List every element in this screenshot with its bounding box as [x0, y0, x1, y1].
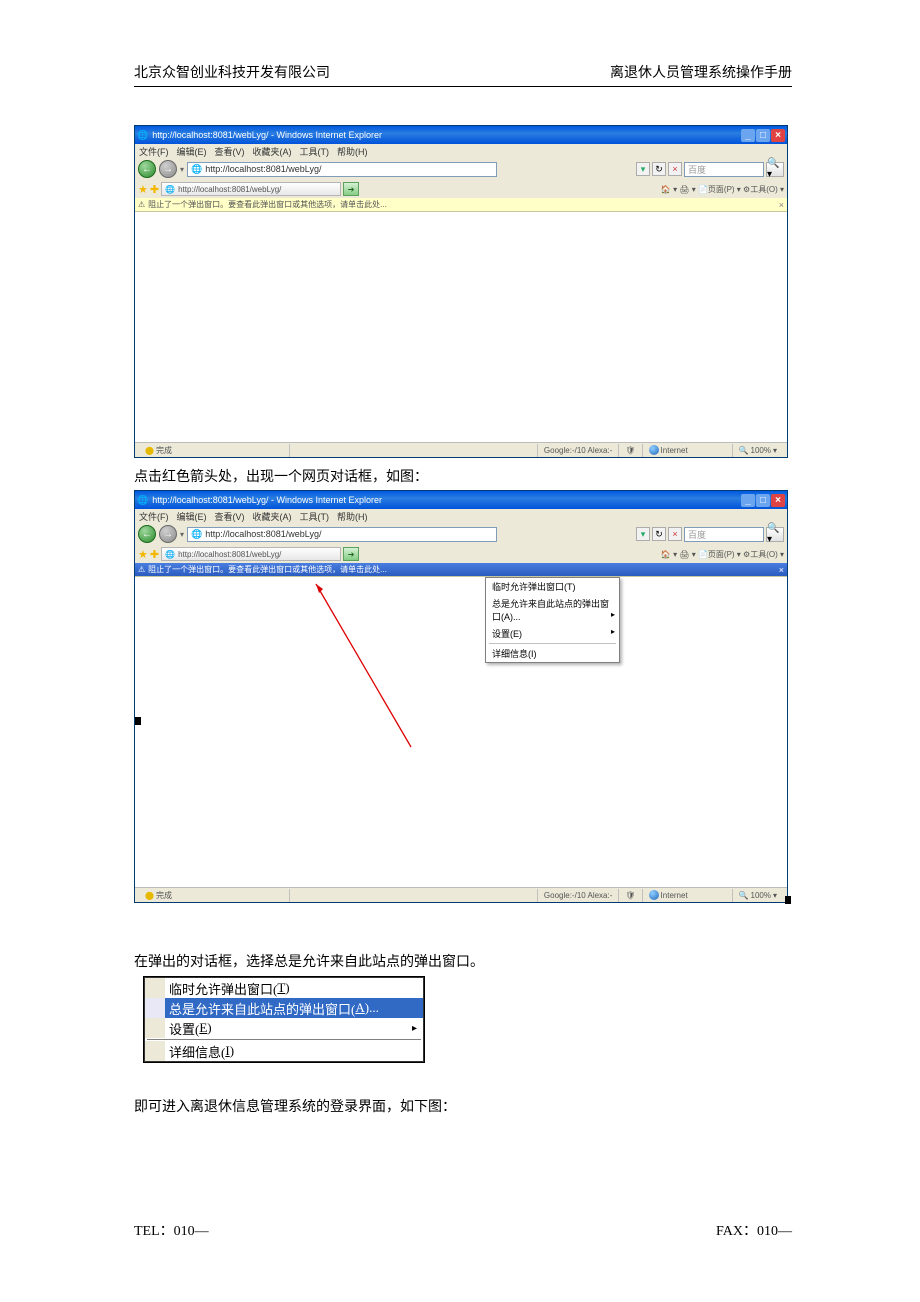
page-tools[interactable]: 🏠 ▾ 🖨 ▾ 📄页面(P) ▾ ⚙工具(O) ▾ [661, 549, 784, 560]
browser-tab[interactable]: 🌐 http://localhost:8081/webLyg/ [161, 182, 341, 196]
shield-icon: 🛡 [625, 891, 635, 900]
popup-blocker-infobar[interactable]: ⚠ 阻止了一个弹出窗口。要查看此弹出窗口或其他选项，请单击此处... × [135, 198, 787, 212]
menu-separator [489, 643, 616, 644]
selection-handle [135, 717, 141, 725]
menu-tools[interactable]: 工具(T) [300, 145, 330, 158]
infobar-text: 阻止了一个弹出窗口。要查看此弹出窗口或其他选项，请单击此处... [148, 199, 387, 210]
ie-nav-bar: ← → ▾ 🌐 http://localhost:8081/webLyg/ ▾ … [135, 523, 787, 545]
menu-file[interactable]: 文件(F) [139, 510, 169, 523]
dropdown-icon[interactable]: ▾ [636, 162, 650, 176]
red-arrow-icon [311, 579, 491, 759]
close-icon[interactable]: × [771, 129, 785, 142]
submenu-arrow-icon: ▸ [412, 1023, 417, 1034]
instruction-text-2: 在弹出的对话框，选择总是允许来自此站点的弹出窗口。 [134, 951, 792, 971]
menu-edit[interactable]: 编辑(E) [177, 145, 207, 158]
page-header: 北京众智创业科技开发有限公司 离退休人员管理系统操作手册 [134, 62, 792, 87]
enlarged-temp-allow[interactable]: 临时允许弹出窗口(T) [145, 978, 423, 998]
doc-title: 离退休人员管理系统操作手册 [610, 62, 792, 82]
popup-context-menu: 临时允许弹出窗口(T) 总是允许来自此站点的弹出窗口(A)... 设置(E) 详… [485, 577, 620, 663]
status-zone: Internet [661, 446, 688, 455]
search-icon[interactable]: 🔍▾ [766, 162, 784, 177]
ie-content-area: 临时允许弹出窗口(T) 总是允许来自此站点的弹出窗口(A)... 设置(E) 详… [135, 577, 787, 887]
ie-nav-bar: ← → ▾ 🌐 http://localhost:8081/webLyg/ ▾ … [135, 158, 787, 180]
menu-item-settings[interactable]: 设置(E) [486, 625, 619, 642]
popup-menu-enlarged: 临时允许弹出窗口(T) 总是允许来自此站点的弹出窗口(A)... 设置(E) ▸… [144, 977, 424, 1062]
browser-tab[interactable]: 🌐 http://localhost:8081/webLyg/ [161, 547, 341, 561]
globe-icon [649, 890, 659, 900]
footer-tel: TEL：010— [134, 1220, 209, 1240]
url-text: http://localhost:8081/webLyg/ [205, 164, 321, 174]
forward-button[interactable]: → [159, 160, 177, 178]
enlarged-always-allow[interactable]: 总是允许来自此站点的弹出窗口(A)... [145, 998, 423, 1018]
minimize-icon[interactable]: _ [741, 129, 755, 142]
globe-icon [649, 445, 659, 455]
maximize-icon[interactable]: □ [756, 129, 770, 142]
menu-file[interactable]: 文件(F) [139, 145, 169, 158]
company-name: 北京众智创业科技开发有限公司 [134, 62, 330, 82]
ie-fav-bar: ★ ✚ 🌐 http://localhost:8081/webLyg/ ➔ 🏠 … [135, 545, 787, 563]
menu-item-temp-allow[interactable]: 临时允许弹出窗口(T) [486, 578, 619, 595]
favorites-star-icon[interactable]: ★ [138, 183, 148, 196]
menu-item-always-allow[interactable]: 总是允许来自此站点的弹出窗口(A)... [486, 595, 619, 625]
stop-icon[interactable]: × [668, 162, 682, 176]
ie-content-area [135, 212, 787, 442]
address-bar[interactable]: 🌐 http://localhost:8081/webLyg/ [187, 162, 497, 177]
ie-window-2: 🌐 http://localhost:8081/webLyg/ - Window… [134, 490, 788, 903]
go-button[interactable]: ➔ [343, 547, 359, 561]
enlarged-settings[interactable]: 设置(E) ▸ [145, 1018, 423, 1038]
status-zoom: 100% [751, 446, 771, 455]
ie-titlebar: 🌐 http://localhost:8081/webLyg/ - Window… [135, 126, 787, 144]
selection-handle [785, 896, 791, 904]
instruction-text-1: 点击红色箭头处，出现一个网页对话框，如图： [134, 466, 792, 486]
ie-status-bar: ⬤ 完成 Google:-/10 Alexa:- 🛡 Internet 🔍 10… [135, 887, 787, 902]
refresh-icon[interactable]: ↻ [652, 527, 666, 541]
menu-tools[interactable]: 工具(T) [300, 510, 330, 523]
page-footer: TEL：010— FAX：010— [134, 1220, 792, 1240]
window-title: http://localhost:8081/webLyg/ - Windows … [152, 130, 382, 140]
favorites-star-icon[interactable]: ★ [138, 548, 148, 561]
page-tools[interactable]: 🏠 ▾ 🖨 ▾ 📄页面(P) ▾ ⚙工具(O) ▾ [661, 184, 784, 195]
status-google: Google:-/10 Alexa:- [537, 444, 618, 457]
close-icon[interactable]: × [771, 494, 785, 507]
menu-item-details[interactable]: 详细信息(I) [486, 645, 619, 662]
dropdown-icon[interactable]: ▾ [636, 527, 650, 541]
menu-help[interactable]: 帮助(H) [337, 510, 368, 523]
shield-icon: 🛡 [625, 446, 635, 455]
ie-status-bar: ⬤ 完成 Google:-/10 Alexa:- 🛡 Internet 🔍 10… [135, 442, 787, 457]
go-button[interactable]: ➔ [343, 182, 359, 196]
address-bar[interactable]: 🌐 http://localhost:8081/webLyg/ [187, 527, 497, 542]
search-box[interactable]: 百度 [684, 162, 764, 177]
ie-window-1: 🌐 http://localhost:8081/webLyg/ - Window… [134, 125, 788, 458]
maximize-icon[interactable]: □ [756, 494, 770, 507]
forward-button[interactable]: → [159, 525, 177, 543]
instruction-text-3: 即可进入离退休信息管理系统的登录界面，如下图： [134, 1096, 792, 1116]
menu-fav[interactable]: 收藏夹(A) [253, 145, 292, 158]
infobar-close-icon[interactable]: × [779, 200, 784, 210]
back-button[interactable]: ← [138, 525, 156, 543]
ie-fav-bar: ★ ✚ 🌐 http://localhost:8081/webLyg/ ➔ 🏠 … [135, 180, 787, 198]
menu-edit[interactable]: 编辑(E) [177, 510, 207, 523]
footer-fax: FAX：010— [716, 1220, 792, 1240]
enlarged-details[interactable]: 详细信息(I) [145, 1041, 423, 1061]
menu-help[interactable]: 帮助(H) [337, 145, 368, 158]
popup-blocker-infobar-highlighted[interactable]: ⚠ 阻止了一个弹出窗口。要查看此弹出窗口或其他选项，请单击此处... × [135, 563, 787, 577]
menu-separator [147, 1039, 421, 1040]
window-title: http://localhost:8081/webLyg/ - Windows … [152, 495, 382, 505]
stop-icon[interactable]: × [668, 527, 682, 541]
back-button[interactable]: ← [138, 160, 156, 178]
minimize-icon[interactable]: _ [741, 494, 755, 507]
menu-view[interactable]: 查看(V) [215, 510, 245, 523]
menu-view[interactable]: 查看(V) [215, 145, 245, 158]
add-favorite-icon[interactable]: ✚ [150, 548, 159, 561]
ie-menubar: 文件(F) 编辑(E) 查看(V) 收藏夹(A) 工具(T) 帮助(H) [135, 509, 787, 523]
menu-fav[interactable]: 收藏夹(A) [253, 510, 292, 523]
ie-menubar: 文件(F) 编辑(E) 查看(V) 收藏夹(A) 工具(T) 帮助(H) [135, 144, 787, 158]
refresh-icon[interactable]: ↻ [652, 162, 666, 176]
search-icon[interactable]: 🔍▾ [766, 527, 784, 542]
infobar-close-icon[interactable]: × [779, 565, 784, 575]
add-favorite-icon[interactable]: ✚ [150, 183, 159, 196]
search-box[interactable]: 百度 [684, 527, 764, 542]
ie-titlebar: 🌐 http://localhost:8081/webLyg/ - Window… [135, 491, 787, 509]
status-done: 完成 [156, 445, 172, 456]
